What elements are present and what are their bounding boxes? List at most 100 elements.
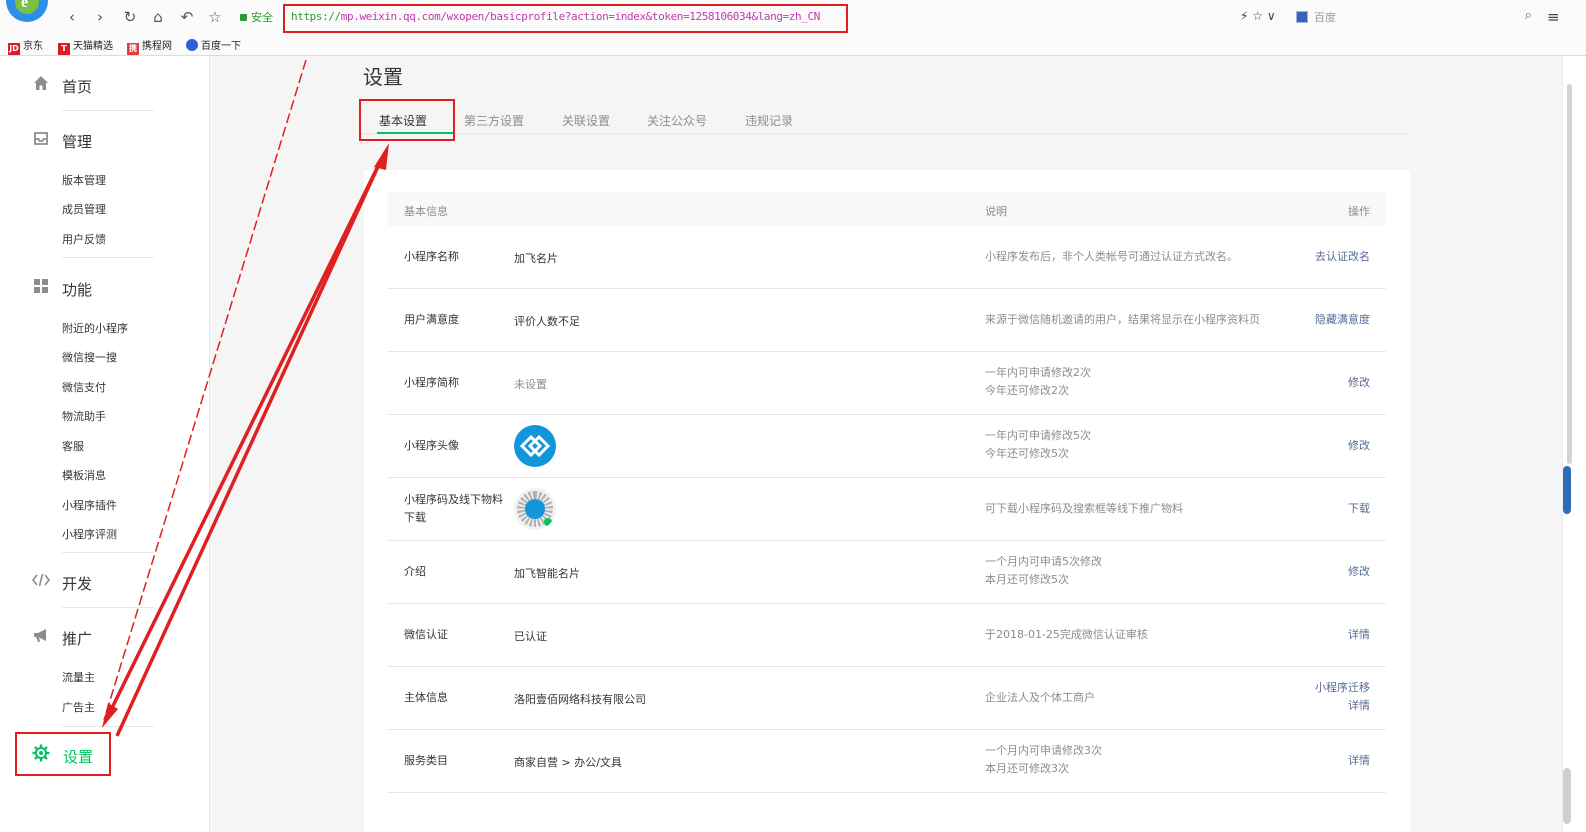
- migrate-link[interactable]: 小程序迁移: [1315, 681, 1370, 694]
- reload-icon[interactable]: ↻: [120, 7, 140, 27]
- sidebar-item-promote[interactable]: 推广: [0, 616, 210, 656]
- row-actions: 小程序迁移详情: [1315, 679, 1370, 715]
- search-icon[interactable]: ⌕: [1525, 8, 1532, 23]
- sidebar-item-features[interactable]: 功能: [0, 267, 210, 307]
- scrollbar-bottom-handle[interactable]: [1563, 768, 1571, 824]
- row-description: 企业法人及个体工商户: [985, 691, 1095, 704]
- sidebar-item-template-message[interactable]: 模板消息: [62, 467, 106, 483]
- row-value: 洛阳壹佰网络科技有限公司: [514, 693, 646, 706]
- sidebar-item-version[interactable]: 版本管理: [62, 172, 106, 188]
- row-label: 小程序头像: [404, 439, 459, 452]
- row-description: 一个月内可申请修改3次 本月还可修改3次: [985, 744, 1102, 775]
- row-label: 服务类目: [404, 754, 448, 767]
- details-link[interactable]: 详情: [1348, 699, 1370, 712]
- row-description: 一年内可申请修改2次 今年还可修改2次: [985, 366, 1091, 397]
- back-icon[interactable]: ‹: [62, 7, 82, 27]
- basic-info-card: 基本信息 说明 操作 小程序名称 加飞名片 小程序发布后，非个人类帐号可通过认证…: [364, 170, 1410, 832]
- sidebar-divider: [62, 110, 154, 111]
- sidebar-item-search[interactable]: 微信搜一搜: [62, 349, 117, 365]
- edit-link[interactable]: 修改: [1348, 563, 1370, 581]
- bookmark-tmall[interactable]: T 天猫精选: [58, 37, 113, 55]
- browser-menu-icon[interactable]: ≡: [1547, 8, 1560, 26]
- row-label: 介绍: [404, 565, 426, 578]
- sidebar-item-logistics[interactable]: 物流助手: [62, 408, 106, 424]
- undo-close-icon[interactable]: ↶: [177, 7, 197, 27]
- browser-chrome: ‹ › ↻ ⌂ ↶ ☆ 安全 https://mp.weixin.qq.com/…: [0, 0, 1586, 56]
- scrollbar-handle[interactable]: [1563, 466, 1571, 514]
- row-label: 小程序码及线下物料下载: [404, 493, 503, 524]
- row-description: 小程序发布后，非个人类帐号可通过认证方式改名。: [985, 250, 1238, 263]
- sidebar-item-feedback[interactable]: 用户反馈: [62, 231, 106, 247]
- tab-third-party[interactable]: 第三方设置: [464, 112, 524, 129]
- tab-associations[interactable]: 关联设置: [562, 112, 610, 129]
- row-description: 来源于微信随机邀请的用户，结果将显示在小程序资料页: [985, 313, 1260, 326]
- row-description: 一个月内可申请5次修改 本月还可修改5次: [985, 555, 1102, 586]
- home-icon[interactable]: ⌂: [148, 7, 168, 27]
- row-label: 用户满意度: [404, 313, 459, 326]
- table-row: 小程序头像 一年内可申请修改5次 今年还可修改5次 修改: [388, 415, 1386, 478]
- sidebar-item-nearby[interactable]: 附近的小程序: [62, 320, 128, 336]
- sidebar-item-pay[interactable]: 微信支付: [62, 379, 106, 395]
- forward-icon[interactable]: ›: [90, 7, 110, 27]
- sidebar-item-evaluation[interactable]: 小程序评测: [62, 526, 117, 542]
- sidebar-item-members[interactable]: 成员管理: [62, 201, 106, 217]
- table-row: 小程序名称 加飞名片 小程序发布后，非个人类帐号可通过认证方式改名。 去认证改名: [388, 226, 1386, 289]
- sidebar-item-manage[interactable]: 管理: [0, 119, 210, 159]
- ctrip-icon: 携: [127, 43, 139, 55]
- browser-toolbar: ‹ › ↻ ⌂ ↶ ☆ 安全 https://mp.weixin.qq.com/…: [0, 0, 1586, 34]
- details-link[interactable]: 详情: [1348, 626, 1370, 644]
- row-description: 一年内可申请修改5次 今年还可修改5次: [985, 429, 1091, 460]
- browser-action-icons[interactable]: ⚡ ☆ ∨: [1240, 9, 1276, 23]
- sidebar-item-home[interactable]: 首页: [0, 64, 210, 104]
- tab-follow-account[interactable]: 关注公众号: [647, 112, 707, 129]
- inbox-icon: [32, 130, 50, 148]
- download-link[interactable]: 下载: [1348, 500, 1370, 518]
- page-title: 设置: [363, 65, 403, 89]
- code-icon: [31, 572, 51, 590]
- table-header: 基本信息 说明 操作: [388, 192, 1386, 226]
- table-row: 介绍 加飞智能名片 一个月内可申请5次修改 本月还可修改5次 修改: [388, 541, 1386, 604]
- favorite-star-icon[interactable]: ☆: [205, 7, 225, 27]
- sidebar-item-plugins[interactable]: 小程序插件: [62, 497, 117, 513]
- row-value: 加飞智能名片: [514, 567, 580, 580]
- rename-link[interactable]: 去认证改名: [1315, 248, 1370, 266]
- tab-violations[interactable]: 违规记录: [745, 112, 793, 129]
- home-icon: [32, 75, 50, 93]
- bookmark-baidu[interactable]: 百度一下: [186, 37, 241, 52]
- sidebar-item-customer-service[interactable]: 客服: [62, 438, 84, 454]
- hide-satisfaction-link[interactable]: 隐藏满意度: [1315, 311, 1370, 329]
- page-scrollbar[interactable]: [1562, 56, 1586, 832]
- sidebar-item-traffic-owner[interactable]: 流量主: [62, 669, 95, 685]
- row-value: 商家自营 > 办公/文具: [514, 756, 622, 769]
- sidebar-divider: [62, 607, 154, 608]
- sidebar-item-develop[interactable]: 开发: [0, 561, 210, 601]
- details-link[interactable]: 详情: [1348, 752, 1370, 770]
- megaphone-icon: [32, 627, 50, 645]
- bookmark-jd[interactable]: JD 京东: [8, 37, 43, 55]
- sidebar-item-settings[interactable]: 设置: [15, 732, 111, 776]
- sidebar-item-advertiser[interactable]: 广告主: [62, 699, 95, 715]
- row-description: 于2018-01-25完成微信认证审核: [985, 628, 1148, 641]
- settings-tabs: 基本设置 第三方设置 关联设置 关注公众号 违规记录: [359, 100, 1409, 134]
- browser-logo-icon: [6, 0, 48, 22]
- bookmark-ctrip[interactable]: 携携程网: [127, 37, 172, 55]
- sidebar-divider: [62, 552, 154, 553]
- table-row: 小程序简称 未设置 一年内可申请修改2次 今年还可修改2次 修改: [388, 352, 1386, 415]
- table-row: 小程序码及线下物料下载 可下载小程序码及搜索框等线下推广物料 下载: [388, 478, 1386, 541]
- secure-indicator: 安全: [240, 9, 273, 25]
- edit-link[interactable]: 修改: [1348, 374, 1370, 392]
- table-row: 用户满意度 评价人数不足 来源于微信随机邀请的用户，结果将显示在小程序资料页 隐…: [388, 289, 1386, 352]
- browser-search-box[interactable]: 百度 ⌕: [1296, 8, 1532, 27]
- search-engine-icon: [1296, 11, 1308, 23]
- row-value: 已认证: [514, 630, 547, 643]
- row-description: 可下载小程序码及搜索框等线下推广物料: [985, 502, 1183, 515]
- table-row: 微信认证 已认证 于2018-01-25完成微信认证审核 详情: [388, 604, 1386, 667]
- mini-program-code: [514, 488, 556, 530]
- tab-highlight: [359, 99, 455, 141]
- row-label: 小程序名称: [404, 250, 459, 263]
- grid-icon: [32, 278, 50, 296]
- header-actions: 操作: [1348, 205, 1370, 218]
- gear-icon: [32, 744, 50, 762]
- table-row: 服务类目 商家自营 > 办公/文具 一个月内可申请修改3次 本月还可修改3次 详情: [388, 730, 1386, 793]
- edit-link[interactable]: 修改: [1348, 437, 1370, 455]
